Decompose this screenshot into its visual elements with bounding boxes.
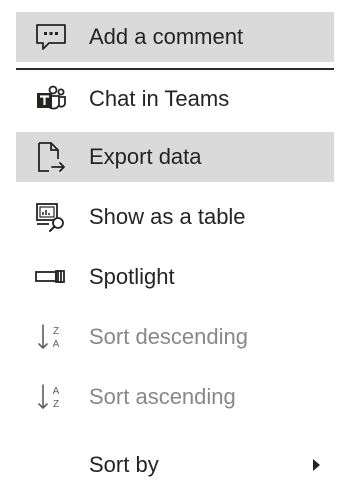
- menu-item-show-as-table[interactable]: Show as a table: [16, 192, 334, 242]
- menu-item-label: Export data: [89, 144, 202, 169]
- sort-descending-icon: Z A: [33, 322, 69, 352]
- teams-icon: [33, 84, 69, 114]
- menu-divider: [16, 68, 334, 70]
- table-view-icon: [33, 202, 69, 232]
- menu-item-add-comment[interactable]: Add a comment: [16, 12, 334, 62]
- menu-item-sort-ascending[interactable]: A Z Sort ascending: [16, 372, 334, 422]
- menu-item-label: Sort descending: [89, 324, 248, 349]
- menu-item-label: Sort by: [89, 452, 159, 477]
- chevron-right-icon: [313, 459, 320, 471]
- svg-text:A: A: [53, 386, 60, 397]
- comment-icon: [33, 22, 69, 52]
- context-menu: Add a comment Chat in Teams Export data …: [0, 0, 352, 500]
- menu-item-export-data[interactable]: Export data: [16, 132, 334, 182]
- svg-text:Z: Z: [53, 326, 59, 337]
- menu-item-sort-by[interactable]: Sort by: [16, 440, 334, 490]
- menu-item-label: Chat in Teams: [89, 86, 230, 111]
- menu-item-spotlight[interactable]: Spotlight: [16, 252, 334, 302]
- svg-text:A: A: [53, 339, 60, 350]
- sort-ascending-icon: A Z: [33, 382, 69, 412]
- menu-item-label: Add a comment: [89, 24, 244, 49]
- menu-item-label: Spotlight: [89, 264, 175, 289]
- menu-item-label: Show as a table: [89, 204, 246, 229]
- menu-item-sort-descending[interactable]: Z A Sort descending: [16, 312, 334, 362]
- menu-item-label: Sort ascending: [89, 384, 236, 409]
- svg-text:Z: Z: [53, 399, 59, 410]
- menu-item-chat-in-teams[interactable]: Chat in Teams: [16, 74, 334, 124]
- export-icon: [33, 142, 69, 172]
- spotlight-icon: [33, 262, 69, 292]
